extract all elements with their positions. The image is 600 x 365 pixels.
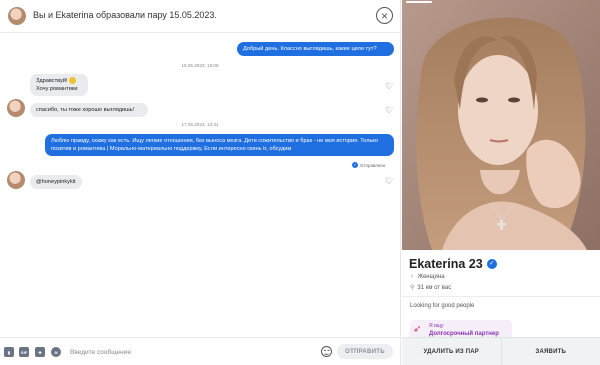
spotify-icon[interactable]: ≋: [51, 347, 61, 357]
chat-header: Вы и Ekaterina образовали пару 15.05.202…: [0, 0, 401, 33]
profile-panel: Ekaterina 23 ✓ ♀ Женщина ⚲ 31 км от вас …: [402, 0, 600, 365]
arrow-heart-icon: ➶: [413, 324, 422, 335]
report-button[interactable]: ЗАЯВИТЬ: [500, 338, 600, 365]
verified-icon: ✓: [486, 259, 497, 269]
photo-progress-indicator: [406, 1, 432, 3]
gif-button[interactable]: GIF: [19, 347, 29, 357]
message-input[interactable]: [70, 346, 310, 359]
gender-line: ♀ Женщина: [410, 274, 445, 280]
profile-photo[interactable]: [402, 0, 600, 250]
distance-text: 31 км от вас: [417, 284, 452, 291]
incoming-message: Здравствуй! Хочу романтики: [30, 74, 88, 96]
outgoing-message: Люблю правду, скажу как есть. Ищу легкие…: [45, 134, 394, 156]
message-line: Здравствуй!: [36, 78, 68, 84]
message-composer: ▮ GIF ✚ ≋ ОТПРАВИТЬ: [0, 337, 401, 365]
unmatch-button[interactable]: УДАЛИТЬ ИЗ ПАР: [402, 338, 501, 365]
avatar[interactable]: [7, 171, 25, 189]
check-icon: ✓: [352, 162, 358, 168]
about-text: Looking for good people: [410, 303, 475, 309]
gender-text: Женщина: [417, 274, 445, 280]
message-list: Добрый день. Классно выглядишь, какие це…: [0, 33, 401, 337]
puzzle-icon[interactable]: ✚: [35, 347, 45, 357]
chat-panel: Вы и Ekaterina образовали пару 15.05.202…: [0, 0, 401, 365]
close-icon[interactable]: ×: [376, 7, 393, 24]
heart-icon[interactable]: ♡: [385, 177, 393, 186]
profile-name-row: Ekaterina 23 ✓: [409, 257, 497, 271]
location-pin-icon: ⚲: [410, 285, 415, 291]
profile-action-bar: УДАЛИТЬ ИЗ ПАР ЗАЯВИТЬ: [402, 337, 600, 365]
avatar[interactable]: [8, 7, 26, 25]
emoji-icon[interactable]: [321, 346, 332, 357]
incoming-message: @honeypinkykit: [30, 175, 82, 189]
heart-icon[interactable]: ♡: [385, 106, 393, 115]
status-text: Отправлено: [360, 162, 386, 168]
heart-icon[interactable]: ♡: [385, 82, 393, 91]
message-status: ✓ Отправлено: [352, 162, 385, 168]
match-title: Вы и Ekaterina образовали пару 15.05.202…: [33, 10, 217, 20]
divider: [402, 296, 600, 297]
send-button[interactable]: ОТПРАВИТЬ: [337, 344, 393, 359]
photo-upload-icon[interactable]: ▮: [4, 347, 14, 357]
chick-emoji-icon: [69, 77, 77, 85]
timestamp: 15.05.2023, 15:08: [181, 63, 219, 68]
person-icon: ♀: [410, 274, 415, 280]
message-line: Хочу романтики: [36, 86, 78, 92]
goal-label: Я ищу: [429, 323, 444, 329]
outgoing-message: Добрый день. Классно выглядишь, какие це…: [237, 42, 394, 56]
timestamp: 17.05.2023, 12:31: [181, 122, 219, 127]
incoming-message: спасибо, ты тоже хорошо выглядишь!: [30, 103, 148, 117]
profile-name: Ekaterina 23: [409, 257, 483, 271]
avatar[interactable]: [7, 99, 25, 117]
distance-line: ⚲ 31 км от вас: [410, 284, 452, 292]
